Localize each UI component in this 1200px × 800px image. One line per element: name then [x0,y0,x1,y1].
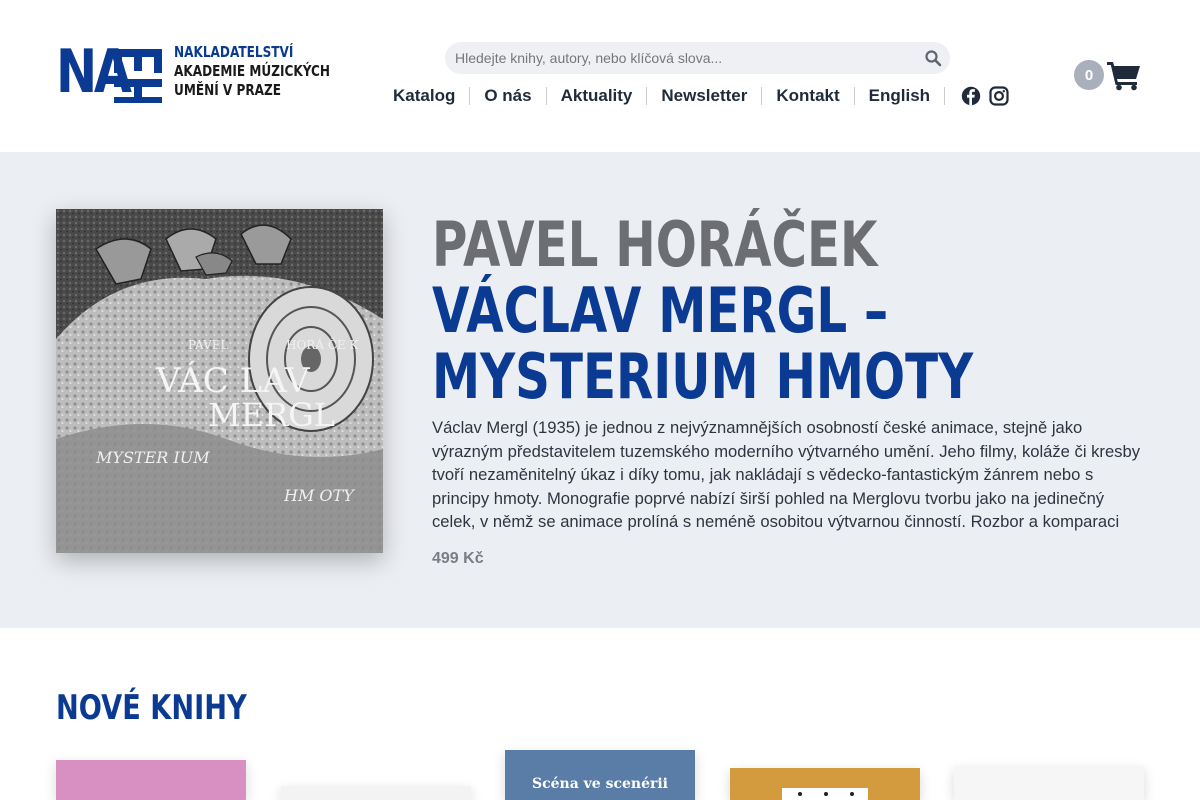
cart-button[interactable]: 0 [1074,58,1142,92]
search-input[interactable] [445,42,915,74]
logo-wordmark: NAKLADATELSTVÍ AKADEMIE MÚZICKÝCH UMĚNÍ … [174,43,374,100]
search-bar [445,42,950,74]
search-icon[interactable] [924,49,942,67]
new-book-card-4[interactable] [730,768,920,800]
new-book-card-2[interactable] [281,786,471,800]
new-book-card-3[interactable]: Scéna ve scenérii [505,750,695,800]
nav-item-aktuality[interactable]: Aktuality [547,86,648,105]
site-header: NA NAKLADATELSTVÍ AKADEMIE MÚZICKÝCH UMĚ… [0,0,1200,152]
featured-book-hero: PAVEL HORÁ ČE K VÁC LAV MERGL MYSTER IUM… [0,152,1200,628]
new-book-card-5[interactable] [954,766,1144,800]
nav-item-english[interactable]: English [855,86,946,105]
cart-icon [1107,62,1140,91]
cover-subtitle-line-1: MYSTER IUM [95,448,210,467]
featured-book-details: PAVEL HORÁČEK VÁCLAV MERGL – MYSTERIUM H… [432,208,1144,568]
logo-mark: NA [56,39,168,105]
logo-line-1: NAKLADATELSTVÍ [174,43,294,61]
nav-item-katalog[interactable]: Katalog [379,86,471,105]
book-price: 499 Kč [432,550,484,567]
nav-item-kontakt[interactable]: Kontakt [762,86,855,105]
logo-mu-glyph [114,49,162,103]
publisher-logo[interactable]: NA NAKLADATELSTVÍ AKADEMIE MÚZICKÝCH UMĚ… [56,39,330,105]
book-title-link[interactable]: VÁCLAV MERGL – MYSTERIUM HMOTY [432,278,1144,410]
cover-artwork: PAVEL HORÁ ČE K VÁC LAV MERGL MYSTER IUM… [56,209,383,553]
new-book-cover-title: Scéna ve scenérii [532,776,668,792]
cover-subtitle-line-2: HM OTY [283,486,355,505]
cover-title-line-1: VÁC LAV [155,360,311,401]
cover-author-first: PAVEL [188,338,228,352]
book-author: PAVEL HORÁČEK [432,208,878,281]
book-4-cover-art [782,788,868,800]
instagram-icon[interactable] [989,86,1009,106]
logo-line-3: UMĚNÍ V PRAZE [174,81,282,99]
cover-title-line-2: MERGL [208,396,335,434]
facebook-icon[interactable] [961,86,981,106]
new-books-heading: NOVÉ KNIHY [56,688,247,728]
book-description: Václav Mergl (1935) je jednou z nejvýzna… [432,418,1140,532]
cart-count-badge: 0 [1074,60,1104,90]
logo-line-2: AKADEMIE MÚZICKÝCH [174,62,331,80]
featured-book-cover[interactable]: PAVEL HORÁ ČE K VÁC LAV MERGL MYSTER IUM… [56,209,383,553]
main-nav: Katalog O nás Aktuality Newsletter Konta… [379,82,1009,110]
cover-author-last: HORÁ ČE K [286,336,360,352]
social-links [945,86,1009,106]
nav-item-o-nas[interactable]: O nás [470,86,547,105]
new-book-card-1[interactable] [56,760,246,800]
nav-item-newsletter[interactable]: Newsletter [647,86,763,105]
